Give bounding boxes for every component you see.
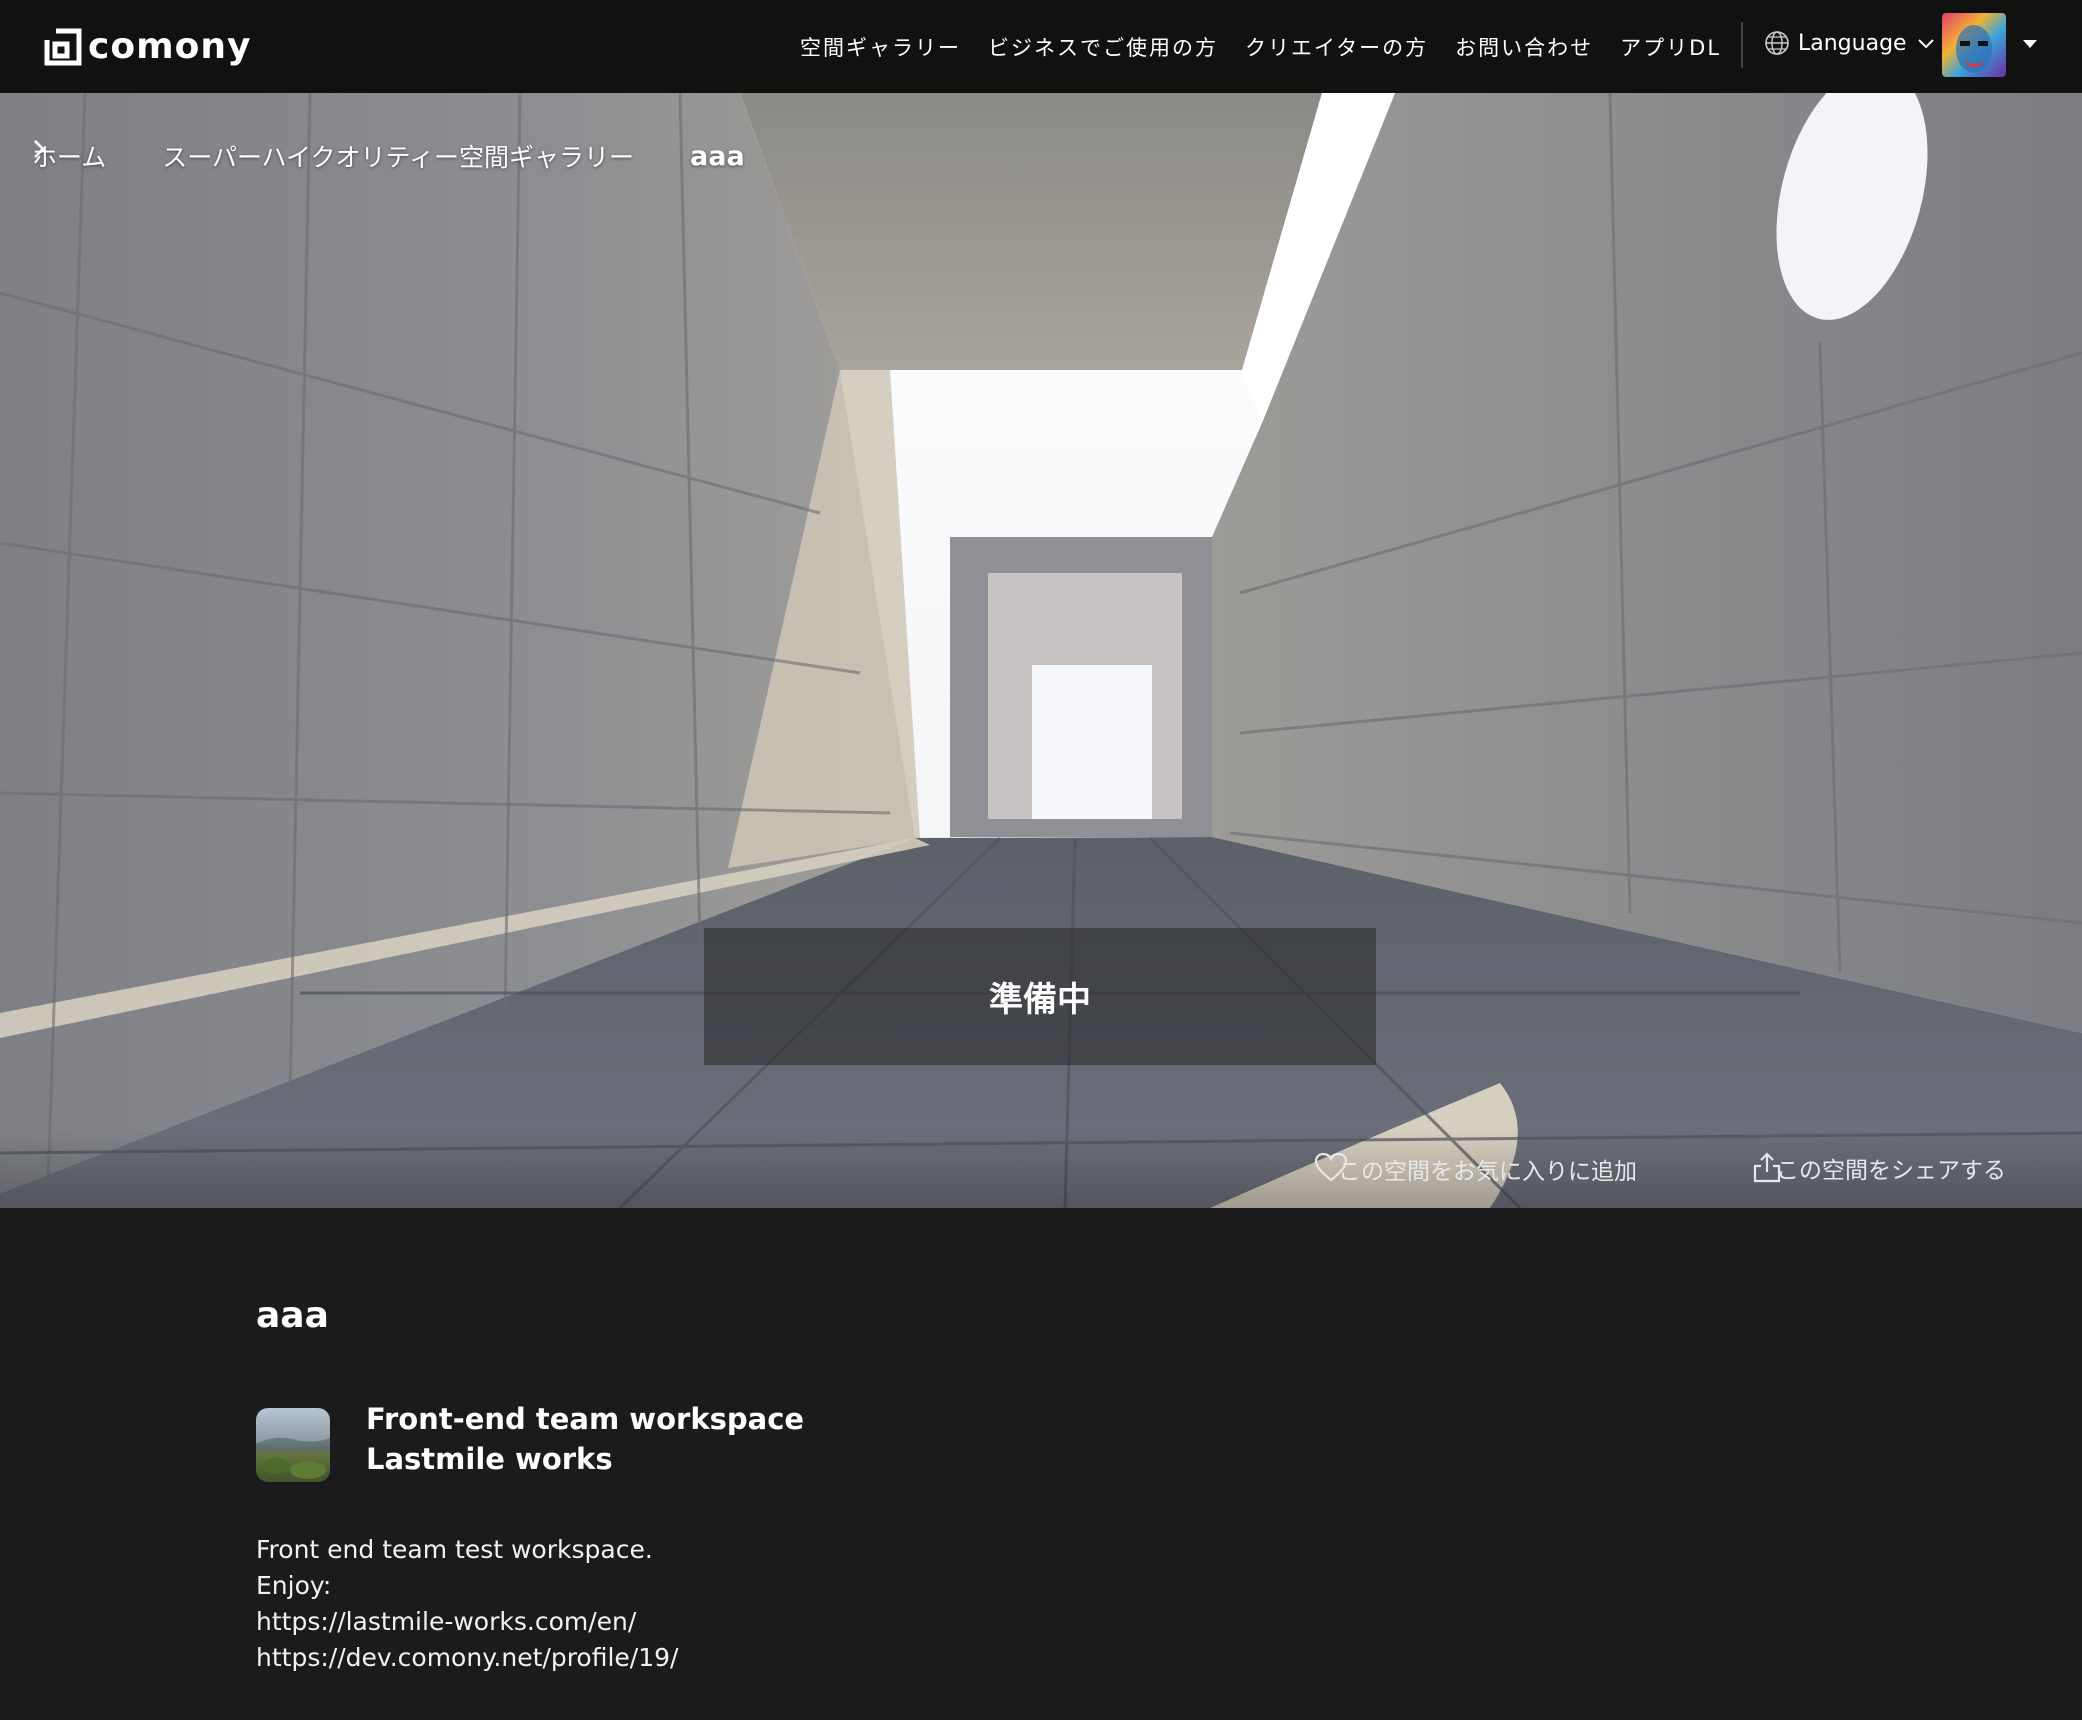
heart-icon: [1314, 1152, 1348, 1182]
globe-icon: [1765, 31, 1789, 55]
language-selector[interactable]: Language: [1764, 30, 1935, 56]
breadcrumb-gallery[interactable]: スーパーハイクオリティー空間ギャラリー: [162, 138, 634, 174]
owner-name[interactable]: Front-end team workspace: [366, 1402, 804, 1436]
logo-text: comony: [88, 26, 252, 67]
description-link[interactable]: https://lastmile-works.com/en/: [256, 1604, 678, 1640]
owner-org[interactable]: Lastmile works: [366, 1442, 613, 1476]
nav-business[interactable]: ビジネスでご使用の方: [988, 32, 1218, 62]
caret-down-icon[interactable]: [2022, 38, 2038, 50]
nav-app-download[interactable]: アプリDL: [1620, 32, 1721, 62]
favorite-label: この空間をお気に入りに追加: [1338, 1159, 1637, 1185]
comony-logo-mark: [44, 28, 82, 65]
nav-contact[interactable]: お問い合わせ: [1455, 32, 1593, 62]
nav-divider: [1741, 22, 1743, 68]
nav-space-gallery[interactable]: 空間ギャラリー: [800, 32, 961, 62]
main-nav: 空間ギャラリー ビジネスでご使用の方 クリエイターの方 お問い合わせ アプリDL: [800, 0, 1748, 93]
space-title: aaa: [256, 1295, 329, 1336]
chevron-down-icon: [1917, 39, 1934, 49]
description-line: Front end team test workspace.: [256, 1535, 653, 1564]
top-header: comony 空間ギャラリー ビジネスでご使用の方 クリエイターの方 お問い合わ…: [0, 0, 2082, 93]
share-icon: [1753, 1152, 1781, 1183]
language-label: Language: [1798, 30, 1907, 56]
space-description: Front end team test workspace. Enjoy: ht…: [256, 1532, 678, 1676]
breadcrumb: ホーム スーパーハイクオリティー空間ギャラリー aaa: [32, 138, 745, 174]
nav-creators[interactable]: クリエイターの方: [1245, 32, 1428, 62]
owner-avatar[interactable]: [256, 1408, 330, 1482]
description-line: Enjoy:: [256, 1571, 332, 1600]
user-avatar[interactable]: [1942, 13, 2006, 77]
description-link[interactable]: https://dev.comony.net/profile/19/: [256, 1640, 678, 1676]
favorite-button[interactable]: この空間をお気に入りに追加: [1314, 1152, 1637, 1186]
share-button[interactable]: この空間をシェアする: [1752, 1151, 2006, 1185]
space-hero-image: ホーム スーパーハイクオリティー空間ギャラリー aaa 準備中 この空間をお気に…: [0, 93, 2082, 1208]
breadcrumb-current: aaa: [690, 140, 745, 172]
preparing-text: 準備中: [989, 980, 1091, 1020]
preparing-overlay: 準備中: [704, 928, 1376, 1065]
share-label: この空間をシェアする: [1776, 1158, 2006, 1184]
comony-logo[interactable]: comony: [44, 26, 251, 67]
